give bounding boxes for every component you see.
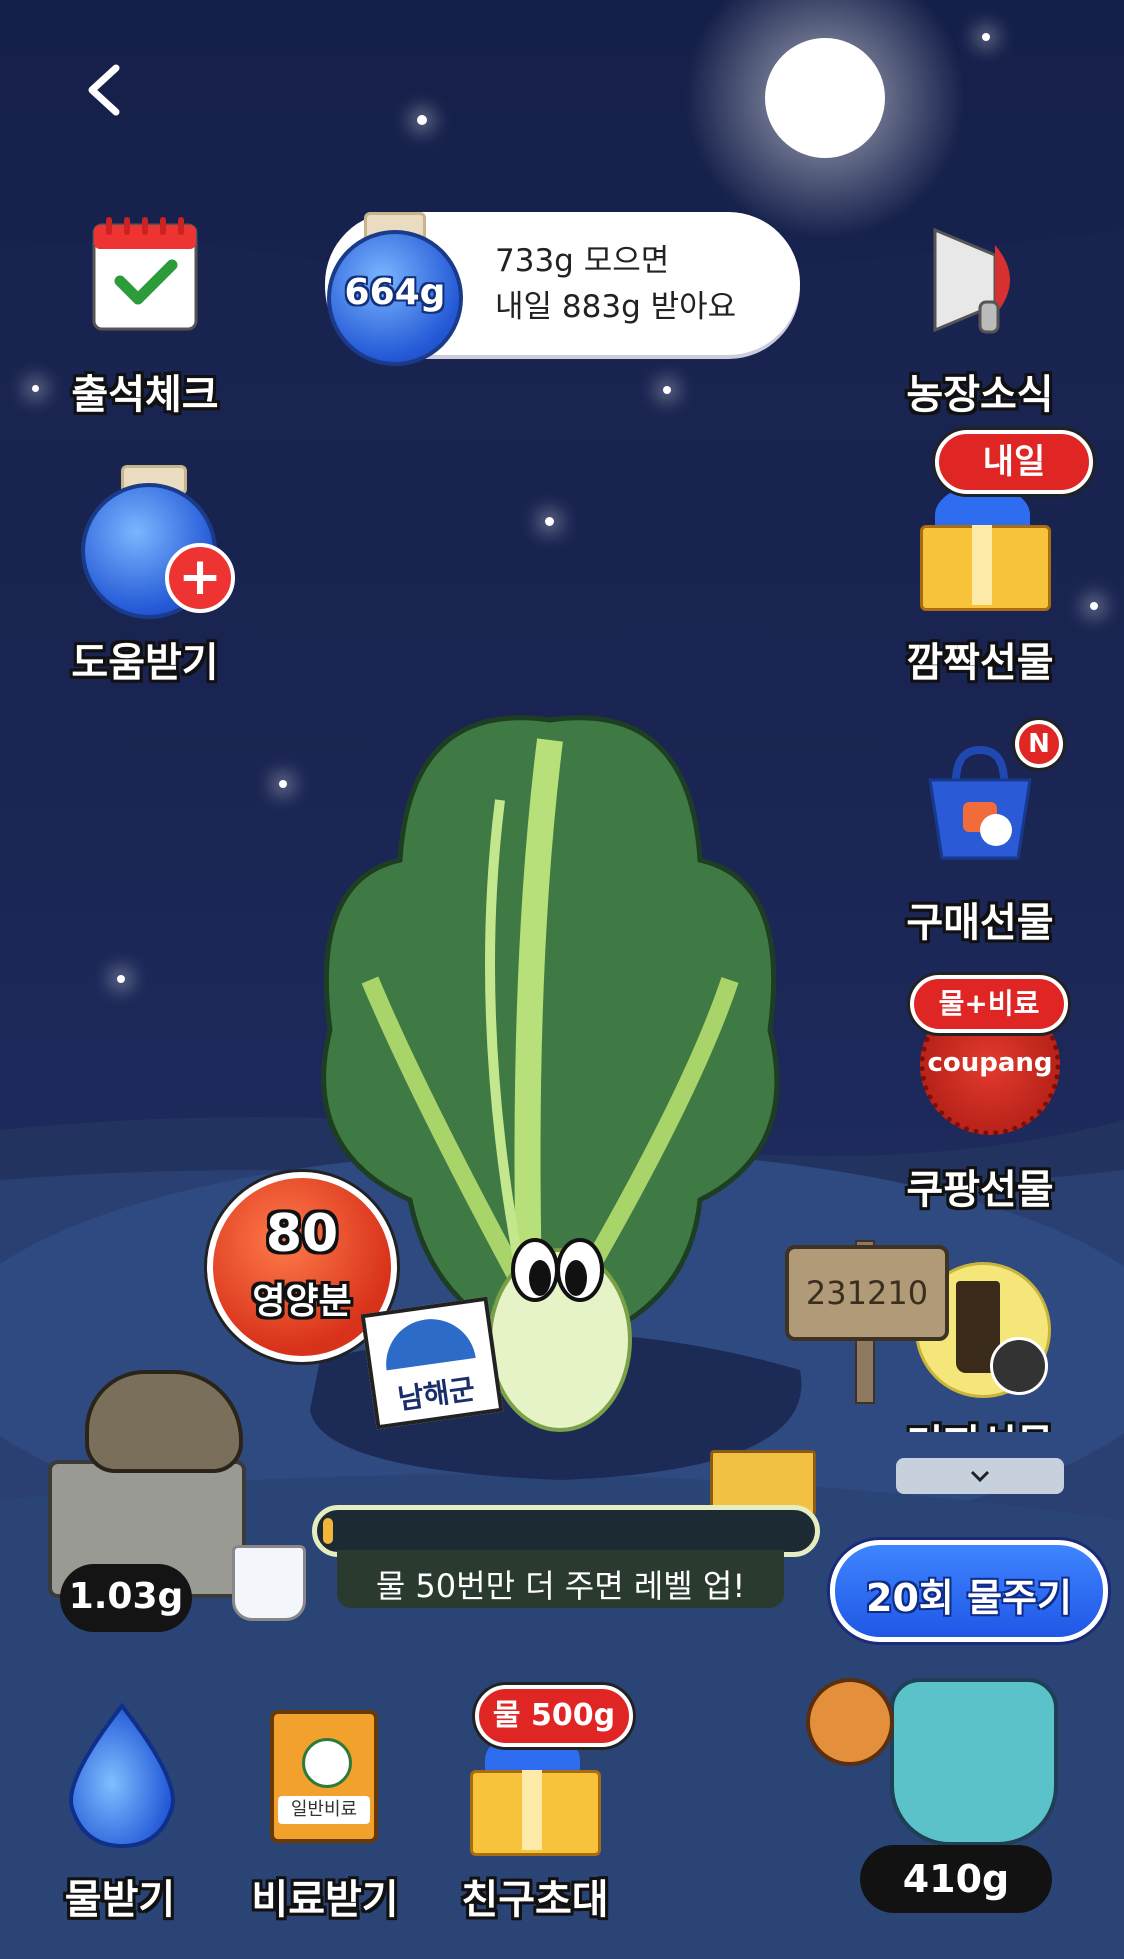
coupang-gift-label: 쿠팡선물 <box>906 1167 1054 1213</box>
star <box>663 386 671 394</box>
fertilizer-bag-icon: 일반비료 <box>270 1710 378 1843</box>
gift-box-icon <box>920 485 1051 611</box>
fertilizer-bag-text: 일반비료 <box>278 1796 370 1824</box>
get-fertilizer-label: 비료받기 <box>251 1877 399 1923</box>
get-water-button[interactable]: 물받기 <box>20 1700 220 1923</box>
invite-friend-label: 친구초대 <box>461 1877 609 1923</box>
water-goal-line2: 내일 883g 받아요 <box>495 289 737 325</box>
farm-news-label: 농장소식 <box>906 372 1054 418</box>
star <box>545 517 554 526</box>
attendance-check-button[interactable]: 출석체크 <box>35 210 255 420</box>
invite-friend-button[interactable]: 물 500g 친구초대 <box>425 1680 645 1923</box>
level-progress-message-box: 물 50번만 더 주면 레벨 업! <box>337 1550 784 1608</box>
megaphone-icon <box>933 227 1010 334</box>
coupang-gift-badge: 물+비료 <box>910 975 1068 1033</box>
water-jar-icon: 664g <box>327 200 463 366</box>
surprise-gift-button[interactable]: 내일 깜짝선물 <box>870 430 1093 686</box>
attendance-check-label: 출석체크 <box>71 372 219 418</box>
invite-friend-badge: 물 500g <box>475 1685 633 1747</box>
water-plant-label: 20회 물주기 <box>866 1576 1072 1620</box>
expand-menu-button[interactable] <box>896 1458 1064 1494</box>
purchase-gift-button[interactable]: N 구매선물 <box>870 720 1090 950</box>
game-stage: 733g 모으면 내일 883g 받아요 664g 출석체크 + 도움받기 농장… <box>0 0 1124 1959</box>
signpost-text: 231210 <box>805 1274 929 1312</box>
water-jar-plus-icon: + <box>81 465 235 619</box>
surprise-gift-badge: 내일 <box>935 430 1093 494</box>
get-help-label: 도움받기 <box>71 640 219 686</box>
chevron-left-icon[interactable] <box>80 62 130 118</box>
coupang-seal-text: coupang <box>927 1048 1053 1078</box>
calendar-check-icon <box>92 217 198 331</box>
turtle-amount: 1.03g <box>68 1576 184 1617</box>
star <box>279 780 287 788</box>
star <box>117 975 125 983</box>
gift-box-icon <box>470 1730 601 1856</box>
water-goal-line1: 733g 모으면 <box>495 243 670 279</box>
watering-can-amount-pill: 410g <box>860 1845 1052 1913</box>
star <box>982 33 990 41</box>
water-plant-button[interactable]: 20회 물주기 <box>830 1540 1108 1642</box>
star <box>1090 602 1098 610</box>
purchase-gift-label: 구매선물 <box>906 900 1054 946</box>
coffee-gift-label: 커피선물 <box>870 1412 1090 1432</box>
level-progress-fill <box>323 1518 333 1544</box>
watering-can-amount: 410g <box>902 1857 1010 1901</box>
watering-can-icon[interactable] <box>800 1668 1090 1868</box>
water-drop-icon <box>69 1702 175 1849</box>
level-progress-message: 물 50번만 더 주면 레벨 업! <box>375 1567 746 1605</box>
get-help-button[interactable]: + 도움받기 <box>35 465 255 686</box>
get-water-label: 물받기 <box>64 1877 176 1923</box>
region-sign-text: 남해군 <box>395 1372 477 1416</box>
star <box>417 115 427 125</box>
signpost: 231210 <box>785 1240 949 1404</box>
water-bucket-icon <box>232 1545 306 1621</box>
farm-news-button[interactable]: 농장소식 <box>870 210 1090 420</box>
turtle-amount-pill: 1.03g <box>60 1564 192 1632</box>
surprise-gift-label: 깜짝선물 <box>906 640 1054 686</box>
chevron-down-icon <box>970 1470 990 1483</box>
get-fertilizer-button[interactable]: 일반비료 비료받기 <box>215 1700 435 1923</box>
water-amount: 664g <box>344 272 446 313</box>
coupang-gift-button[interactable]: coupang 물+비료 쿠팡선물 <box>870 975 1090 1215</box>
region-sign: 남해군 <box>360 1296 504 1430</box>
nutrient-value: 80 <box>265 1204 339 1264</box>
purchase-gift-new-badge: N <box>1015 720 1063 768</box>
